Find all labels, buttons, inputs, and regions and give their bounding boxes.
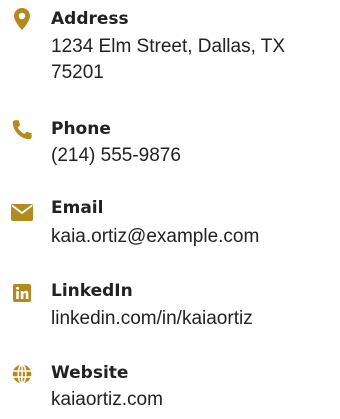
linkedin-label: LinkedIn [51, 281, 133, 301]
phone-icon [8, 118, 36, 142]
address-value: 1234 Elm Street, Dallas, TX 75201 [51, 36, 286, 83]
globe-icon [8, 362, 36, 386]
phone-label: Phone [51, 119, 111, 139]
phone-value: (214) 555-9876 [51, 145, 181, 166]
map-marker-icon [8, 7, 36, 31]
envelope-icon [8, 200, 36, 224]
email-label: Email [51, 198, 104, 218]
contact-info-list: Address 1234 Elm Street, Dallas, TX 7520… [0, 0, 340, 419]
website-value: kaiaortiz.com [51, 389, 163, 410]
linkedin-icon [8, 281, 36, 305]
website-label: Website [51, 363, 129, 383]
email-value: kaia.ortiz@example.com [51, 226, 260, 247]
linkedin-value: linkedin.com/in/kaiaortiz [51, 308, 253, 329]
address-label: Address [51, 9, 129, 29]
